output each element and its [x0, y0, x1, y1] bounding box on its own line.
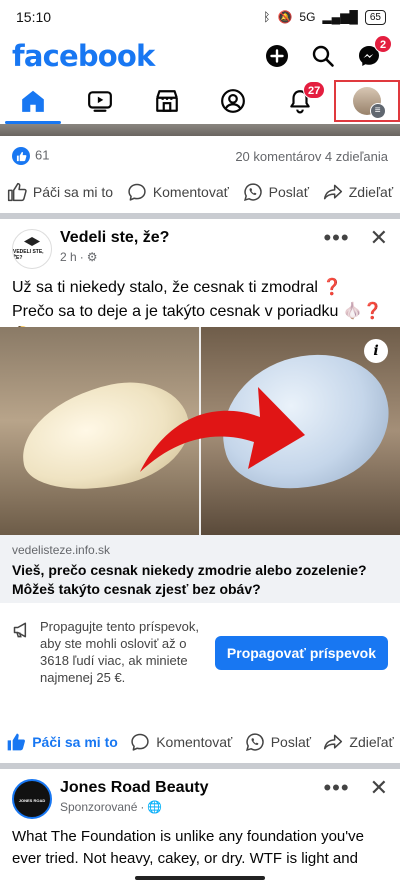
- status-time: 15:10: [16, 9, 52, 25]
- like-label: Páči sa mi to: [32, 184, 114, 200]
- battery-icon: 65: [364, 9, 386, 25]
- previous-post-stats: 61 20 komentárov 4 zdieľania: [12, 144, 388, 168]
- close-icon[interactable]: ✕: [370, 775, 388, 801]
- globe-icon: 🌐: [147, 800, 163, 814]
- network-label: 5G: [299, 10, 316, 24]
- send-button[interactable]: Poslať: [243, 182, 309, 202]
- share-icon: [323, 184, 342, 200]
- search-icon: [312, 45, 334, 67]
- share-label: Zdieľať: [348, 184, 394, 200]
- tab-marketplace[interactable]: [134, 80, 200, 122]
- link-domain: vedelisteze.info.sk: [12, 543, 111, 557]
- sponsored-text: What The Foundation is unlike any founda…: [12, 828, 364, 867]
- sponsored-post-header: JONES ROAD Jones Road Beauty Sponzorovan…: [12, 775, 388, 819]
- sponsor-avatar-text: JONES ROAD: [18, 797, 46, 803]
- post-time[interactable]: 2 h: [60, 250, 77, 264]
- whatsapp-icon: [245, 733, 264, 751]
- more-options-button[interactable]: •••: [323, 775, 349, 801]
- home-icon: [22, 90, 45, 112]
- thumbs-up-icon: [7, 182, 27, 202]
- gesture-bar[interactable]: [135, 876, 265, 880]
- tab-home[interactable]: [0, 80, 66, 124]
- status-icons: ᛒ 🔕 5G ▂▄▆█ 65: [263, 9, 386, 25]
- share-label: Zdieľať: [349, 734, 394, 750]
- comment-label: Komentovať: [152, 184, 229, 200]
- create-button[interactable]: [260, 39, 294, 73]
- profile-icon: [221, 89, 246, 113]
- arrow-icon: [140, 387, 305, 472]
- mute-icon: 🔕: [277, 10, 293, 24]
- search-button[interactable]: [306, 39, 340, 73]
- page-avatar[interactable]: VEDELI STE, ŽE?: [12, 229, 52, 269]
- promote-text: Propagujte tento príspevok, aby ste mohl…: [40, 619, 199, 685]
- comment-label: Komentovať: [156, 734, 233, 750]
- more-options-button[interactable]: •••: [323, 225, 349, 251]
- bluetooth-icon: ᛒ: [263, 10, 271, 24]
- sponsor-avatar[interactable]: JONES ROAD: [12, 779, 52, 819]
- signal-icon: ▂▄▆█: [322, 10, 358, 24]
- link-title: Vieš, prečo cesnak niekedy zmodrie alebo…: [12, 562, 367, 597]
- like-button[interactable]: Páči sa mi to: [6, 732, 118, 752]
- messenger-button[interactable]: 2: [352, 35, 392, 73]
- messenger-badge: 2: [374, 35, 392, 53]
- send-button[interactable]: Poslať: [245, 732, 311, 752]
- share-icon: [324, 734, 343, 750]
- whatsapp-icon: [243, 183, 262, 201]
- send-label: Poslať: [270, 734, 311, 750]
- send-label: Poslať: [268, 184, 309, 200]
- promote-section: Propagujte tento príspevok, aby ste mohl…: [12, 618, 388, 688]
- separator-dot: ·: [79, 250, 84, 264]
- comments-shares-count[interactable]: 20 komentárov 4 zdieľania: [235, 149, 388, 164]
- sponsor-name[interactable]: Jones Road Beauty: [60, 779, 323, 797]
- thumbs-up-icon: [7, 733, 26, 751]
- megaphone-icon: [13, 622, 27, 638]
- link-preview[interactable]: vedelisteze.info.sk Vieš, prečo cesnak n…: [0, 535, 400, 603]
- status-bar: 15:10 ᛒ 🔕 5G ▂▄▆█ 65: [0, 0, 400, 34]
- info-icon[interactable]: i: [364, 339, 388, 363]
- feed-divider: [0, 213, 400, 219]
- reaction-count[interactable]: 61: [12, 147, 49, 165]
- tab-menu[interactable]: [333, 80, 400, 122]
- comment-button[interactable]: Komentovať: [127, 182, 229, 202]
- app-header: facebook 2: [0, 34, 400, 78]
- share-button[interactable]: Zdieľať: [323, 182, 393, 202]
- like-reaction-icon: [12, 147, 30, 165]
- sponsored-label[interactable]: Sponzorované: [60, 800, 137, 814]
- facebook-logo[interactable]: facebook: [12, 39, 155, 73]
- comment-button[interactable]: Komentovať: [130, 732, 232, 752]
- sponsored-meta: Sponzorované · 🌐: [60, 800, 323, 814]
- share-button[interactable]: Zdieľať: [323, 732, 394, 752]
- avatar: [352, 87, 386, 119]
- main-tabs: 27: [0, 80, 400, 124]
- promote-post-button[interactable]: Propagovať príspevok: [214, 636, 388, 670]
- like-button[interactable]: Páči sa mi to: [7, 182, 113, 202]
- likes-count: 61: [35, 147, 50, 163]
- like-label: Páči sa mi to: [32, 734, 118, 750]
- graduation-cap-icon: [24, 237, 40, 246]
- tab-video[interactable]: [67, 80, 133, 122]
- close-icon[interactable]: ✕: [370, 225, 388, 251]
- tab-profile[interactable]: [200, 80, 266, 122]
- page-name[interactable]: Vedeli ste, že?: [60, 229, 323, 247]
- marketplace-icon: [155, 90, 178, 112]
- post-meta: 2 h · ⚙: [60, 250, 323, 264]
- settings-icon: ⚙: [86, 250, 98, 264]
- page-avatar-text: VEDELI STE, ŽE?: [13, 249, 44, 261]
- previous-post-actions: Páči sa mi to Komentovať Poslať Zdieľať: [0, 172, 400, 212]
- comment-icon: [128, 183, 146, 201]
- tab-notifications[interactable]: 27: [267, 80, 333, 122]
- previous-post-image: [0, 124, 400, 136]
- separator-dot: ·: [140, 800, 145, 814]
- post-image[interactable]: i: [0, 327, 400, 535]
- comment-icon: [131, 733, 149, 751]
- feed-divider: [0, 763, 400, 769]
- notifications-badge: 27: [302, 81, 326, 99]
- post-header: VEDELI STE, ŽE? Vedeli ste, že? 2 h · ⚙ …: [12, 225, 388, 269]
- video-icon: [88, 91, 112, 112]
- post-actions: Páči sa mi to Komentovať Poslať Zdieľať: [0, 722, 400, 762]
- plus-icon: [266, 45, 288, 67]
